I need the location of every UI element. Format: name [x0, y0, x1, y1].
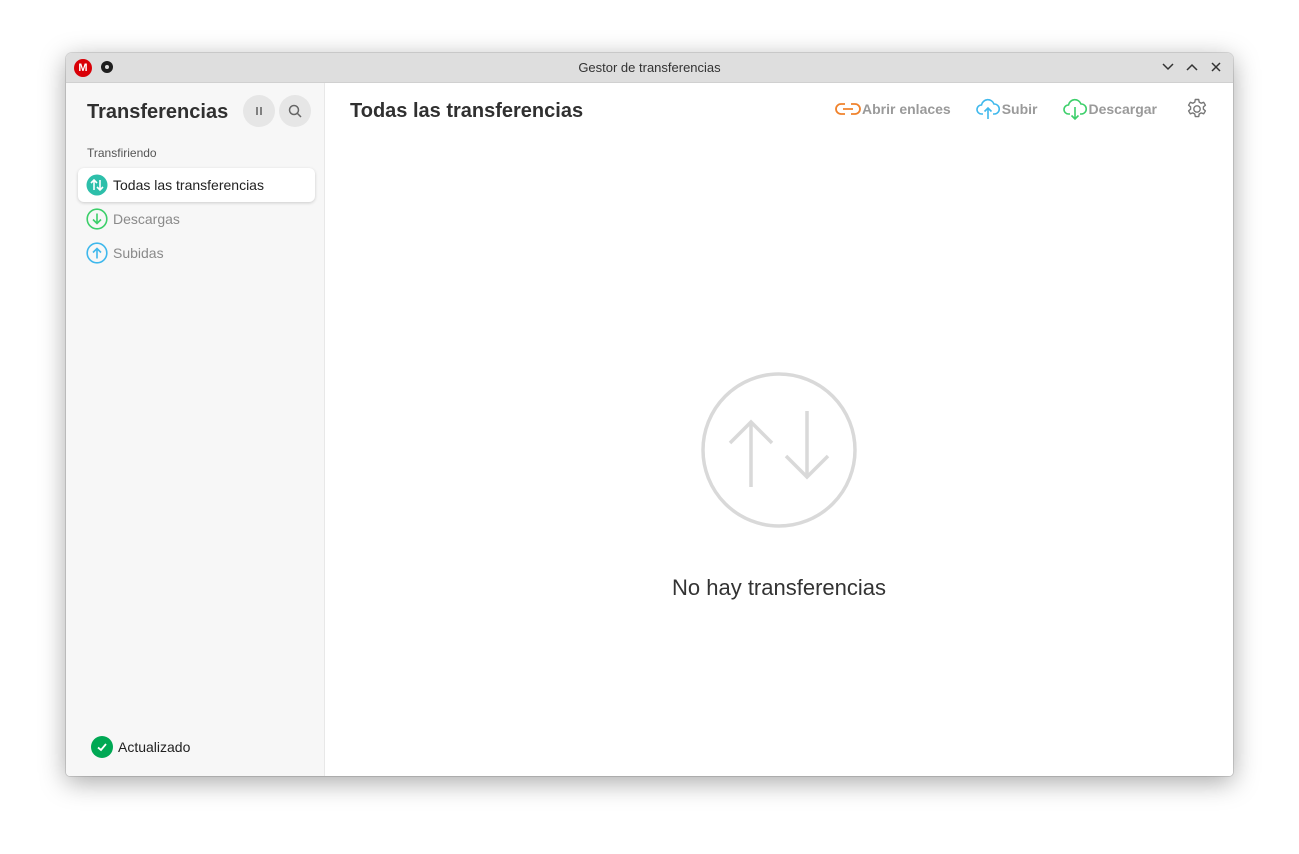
window-controls	[1159, 58, 1225, 76]
sidebar-item-label: Todas las transferencias	[113, 177, 264, 193]
title-bar: M Gestor de transferencias	[66, 53, 1233, 83]
cloud-download-icon	[1062, 97, 1088, 121]
sidebar-item-all-transfers[interactable]: Todas las transferencias	[78, 168, 315, 202]
download-button[interactable]: Descargar	[1062, 97, 1158, 121]
pause-button[interactable]	[243, 95, 275, 127]
search-icon	[288, 104, 302, 118]
sidebar-title: Transferencias	[87, 101, 229, 123]
close-button[interactable]	[1207, 58, 1225, 76]
close-icon	[1211, 62, 1221, 72]
sidebar-item-label: Descargas	[113, 211, 180, 227]
maximize-button[interactable]	[1183, 58, 1201, 76]
chevron-up-icon	[1186, 63, 1198, 71]
open-links-label: Abrir enlaces	[862, 101, 951, 117]
link-icon	[835, 101, 861, 117]
minimize-button[interactable]	[1159, 58, 1177, 76]
toolbar: Abrir enlaces Subir Descargar	[811, 97, 1209, 121]
window-title: Gestor de transferencias	[578, 60, 721, 75]
sidebar-item-label: Subidas	[113, 245, 164, 261]
upload-circle-icon	[86, 242, 108, 264]
download-circle-icon	[86, 208, 108, 230]
gear-icon	[1187, 98, 1207, 118]
sidebar: Transferencias Transfiriendo Todas las t…	[66, 83, 325, 776]
settings-button[interactable]	[1185, 97, 1209, 121]
search-button[interactable]	[279, 95, 311, 127]
empty-state: No hay transferencias	[325, 371, 1233, 601]
upload-label: Subir	[1001, 101, 1038, 117]
status-label: Actualizado	[118, 739, 191, 755]
check-circle-icon	[91, 736, 113, 758]
page-title: Todas las transferencias	[350, 100, 584, 122]
sidebar-item-uploads[interactable]: Subidas	[78, 236, 315, 270]
main-panel: Todas las transferencias Abrir enlaces S…	[325, 83, 1233, 776]
pause-icon	[256, 107, 262, 115]
transfers-empty-icon	[701, 372, 857, 528]
download-label: Descargar	[1088, 101, 1158, 117]
empty-state-text: No hay transferencias	[672, 575, 886, 600]
sync-status: Actualizado	[91, 736, 190, 758]
open-links-button[interactable]: Abrir enlaces	[835, 101, 951, 117]
section-label: Transfiriendo	[87, 146, 157, 160]
chevron-down-icon	[1162, 63, 1174, 71]
upload-button[interactable]: Subir	[975, 97, 1038, 121]
cloud-upload-icon	[975, 97, 1001, 121]
app-window: M Gestor de transferencias Transferencia…	[66, 53, 1233, 776]
transfer-arrows-icon	[86, 174, 108, 196]
sidebar-item-downloads[interactable]: Descargas	[78, 202, 315, 236]
